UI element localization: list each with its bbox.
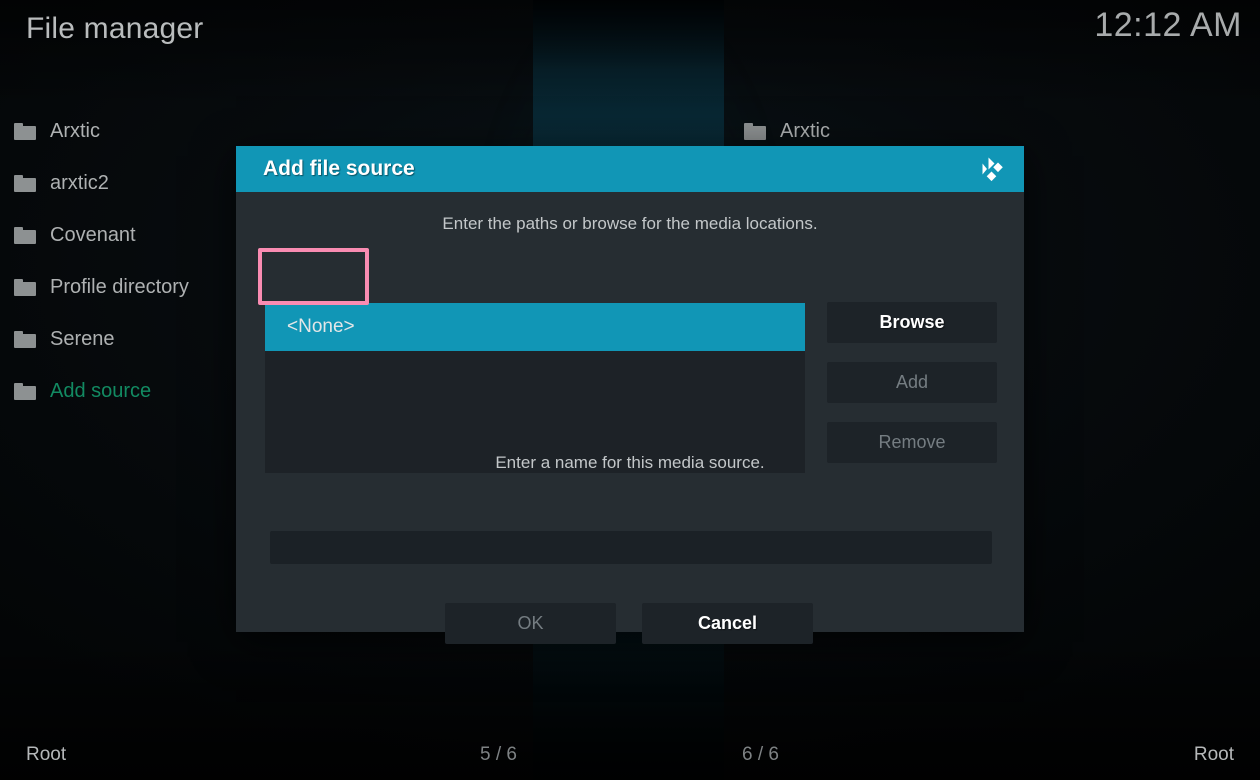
kodi-screen: File manager 12:12 AM Arxtic arxtic2 Coven…	[0, 0, 1260, 780]
status-bar: Root 5 / 6 6 / 6 Root	[0, 724, 1260, 780]
dialog-title: Add file source	[263, 157, 415, 180]
file-row-label: Profile directory	[50, 275, 189, 298]
clock: 12:12 AM	[1094, 6, 1242, 44]
folder-icon	[14, 278, 36, 296]
dialog-body: Enter the paths or browse for the media …	[236, 192, 1024, 644]
cancel-button[interactable]: Cancel	[642, 603, 813, 644]
folder-icon	[14, 382, 36, 400]
path-list-item-none[interactable]: <None>	[265, 303, 805, 351]
media-source-name-input[interactable]	[270, 531, 992, 564]
kodi-logo-icon	[976, 152, 1010, 186]
page-title: File manager	[26, 12, 204, 45]
folder-icon	[14, 122, 36, 140]
status-left-count: 5 / 6	[480, 744, 517, 765]
status-left-path: Root	[26, 744, 67, 765]
add-button[interactable]: Add	[827, 362, 997, 403]
file-row-label: Arxtic	[780, 119, 830, 142]
file-row-label: Covenant	[50, 223, 136, 246]
paths-hint-label: Enter the paths or browse for the media …	[442, 214, 818, 233]
file-row-label: Arxtic	[50, 119, 100, 142]
dialog-header: Add file source	[236, 146, 1024, 192]
ok-button[interactable]: OK	[445, 603, 616, 644]
add-file-source-dialog: Add file source Enter the paths or brows…	[236, 146, 1024, 644]
status-right-path: Root	[1193, 744, 1234, 765]
name-hint-label: Enter a name for this media source.	[495, 453, 765, 472]
folder-icon	[14, 226, 36, 244]
folder-icon	[14, 174, 36, 192]
browse-button[interactable]: Browse	[827, 302, 997, 343]
file-row-label: Add source	[50, 379, 152, 402]
file-row-label: arxtic2	[50, 171, 109, 194]
status-right-count: 6 / 6	[742, 744, 779, 765]
path-list-item-label: <None>	[287, 316, 355, 337]
folder-icon	[14, 330, 36, 348]
folder-icon	[744, 122, 766, 140]
top-bar: File manager 12:12 AM	[0, 0, 1260, 70]
file-row-label: Serene	[50, 327, 115, 350]
